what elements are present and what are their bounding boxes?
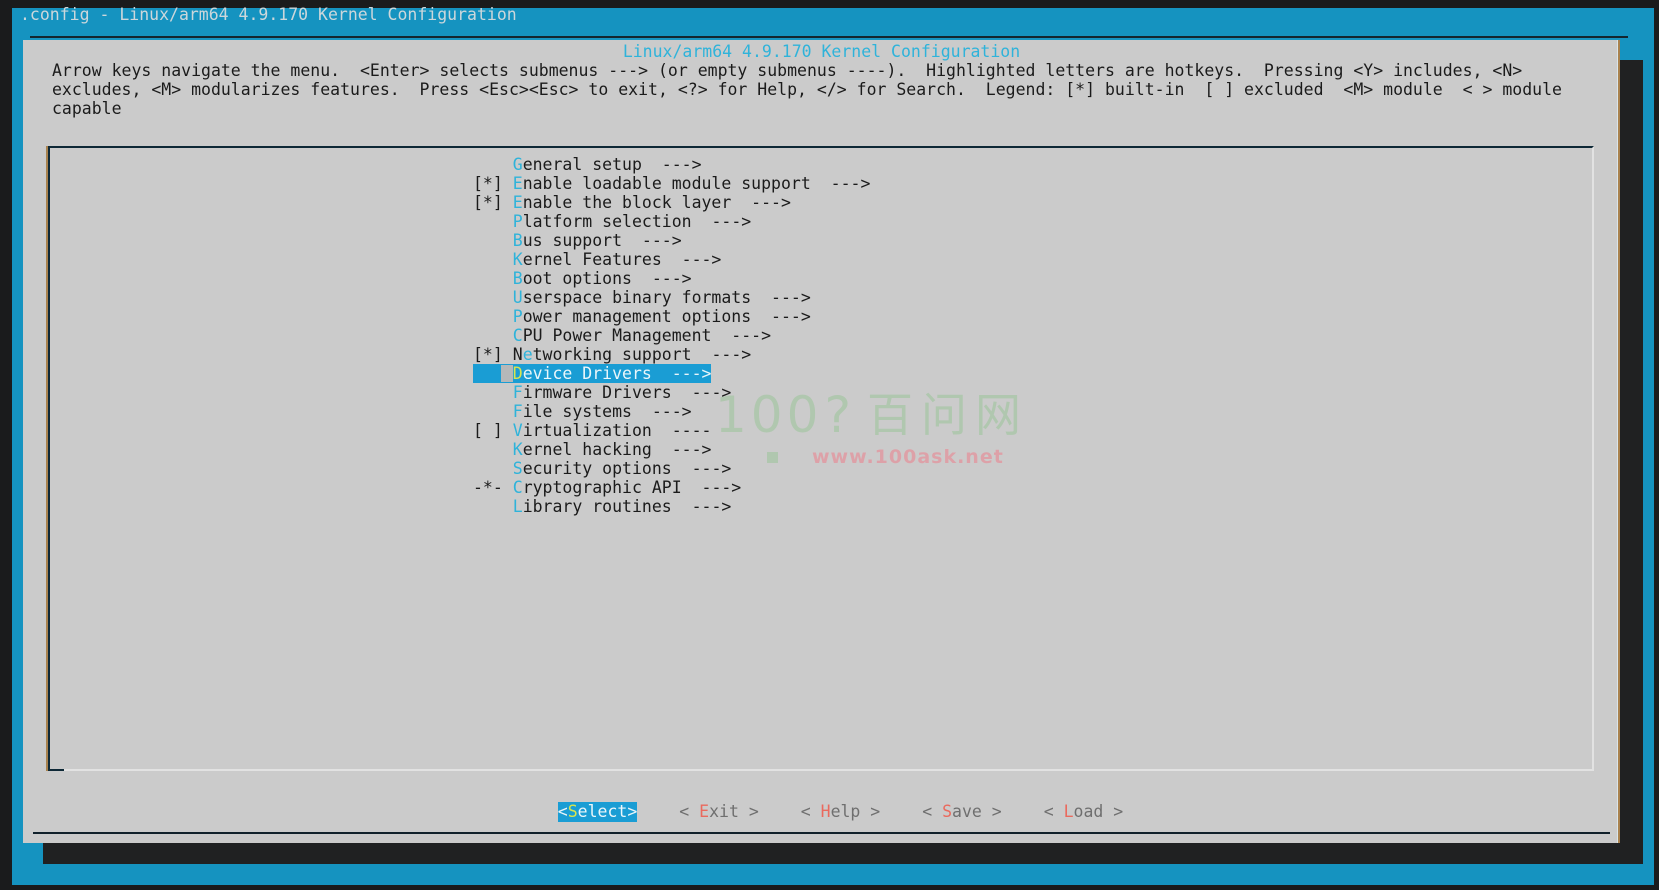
hotkey-letter: D	[513, 364, 523, 383]
menu-item[interactable]: [*] Networking support --->	[473, 345, 751, 364]
hotkey-letter: E	[699, 802, 709, 821]
menu-item-state	[473, 497, 513, 516]
backtitle-rule	[30, 36, 1628, 38]
instructions-line: excludes, <M> modularizes features. Pres…	[52, 80, 1562, 99]
cursor-block	[501, 365, 513, 382]
hotkey-letter: S	[568, 802, 578, 821]
hotkey-letter: C	[513, 326, 523, 345]
menu-item[interactable]: [ ] Virtualization ----	[473, 421, 711, 440]
menu-item[interactable]: -*- Cryptographic API --->	[473, 478, 741, 497]
menu-item[interactable]: Kernel hacking --->	[473, 440, 711, 459]
submenu-arrow: --->	[652, 440, 712, 459]
submenu-arrow: --->	[672, 497, 732, 516]
submenu-arrow: --->	[811, 174, 871, 193]
hotkey-letter: G	[513, 155, 523, 174]
menu-item[interactable]: General setup --->	[473, 155, 702, 174]
submenu-arrow: --->	[751, 288, 811, 307]
hotkey-letter: F	[513, 402, 523, 421]
hotkey-letter: C	[513, 478, 523, 497]
menu-item-state	[473, 155, 513, 174]
menu-item-state: [*]	[473, 345, 513, 364]
menu-item[interactable]: Bus support --->	[473, 231, 682, 250]
hotkey-letter: S	[942, 802, 952, 821]
submenu-arrow: --->	[632, 269, 692, 288]
menu-item[interactable]: Library routines --->	[473, 497, 731, 516]
dialog-title: Linux/arm64 4.9.170 Kernel Configuration	[23, 42, 1620, 61]
menu-item-state	[473, 288, 513, 307]
instructions-line: Arrow keys navigate the menu. <Enter> se…	[52, 61, 1562, 80]
instructions-line: capable	[52, 99, 1562, 118]
instructions: Arrow keys navigate the menu. <Enter> se…	[52, 61, 1562, 118]
submenu-arrow: --->	[751, 307, 811, 326]
load-button[interactable]: < Load >	[1044, 802, 1123, 822]
menu-item-state: [*]	[473, 174, 513, 193]
menu-item-state: [ ]	[473, 421, 513, 440]
menu-item-state	[473, 212, 513, 231]
submenu-arrow: --->	[652, 364, 712, 383]
menu-items: General setup --->[*] Enable loadable mo…	[473, 155, 870, 516]
save-button[interactable]: < Save >	[922, 802, 1001, 822]
menu-item-state	[473, 326, 513, 345]
hotkey-letter: F	[513, 383, 523, 402]
hotkey-letter: V	[513, 421, 523, 440]
menu-item[interactable]: Firmware Drivers --->	[473, 383, 731, 402]
menu-item[interactable]: [*] Enable the block layer --->	[473, 193, 791, 212]
submenu-arrow: --->	[682, 478, 742, 497]
exit-button[interactable]: < Exit >	[679, 802, 758, 822]
hotkey-letter: P	[513, 212, 523, 231]
hotkey-letter: B	[513, 231, 523, 250]
hotkey-letter: B	[513, 269, 523, 288]
menu-item[interactable]: Boot options --->	[473, 269, 692, 288]
main-dialog: Linux/arm64 4.9.170 Kernel Configuration…	[23, 40, 1620, 843]
menu-item-state	[473, 383, 513, 402]
menu-item[interactable]: File systems --->	[473, 402, 692, 421]
menu-item-state	[473, 269, 513, 288]
backtitle: .config - Linux/arm64 4.9.170 Kernel Con…	[20, 3, 517, 27]
menu-item-state	[473, 307, 513, 326]
submenu-arrow: ----	[652, 421, 712, 440]
menu-item[interactable]: Userspace binary formats --->	[473, 288, 811, 307]
screen: .config - Linux/arm64 4.9.170 Kernel Con…	[0, 0, 1659, 890]
menu-item[interactable]: Device Drivers --->	[473, 364, 711, 383]
menu-item-state	[473, 250, 513, 269]
button-row: <Select> < Exit > < Help > < Save > < Load >	[23, 802, 1620, 822]
menu-item-state	[473, 231, 513, 250]
select-button[interactable]: <Select>	[558, 802, 637, 822]
menu-item-state: -*-	[473, 478, 513, 497]
menu-item-state	[473, 459, 513, 478]
submenu-arrow: --->	[672, 383, 732, 402]
dialog-right-edge	[1618, 40, 1620, 843]
submenu-arrow: --->	[672, 459, 732, 478]
hotkey-letter: L	[1064, 802, 1074, 821]
menu-item[interactable]: Kernel Features --->	[473, 250, 721, 269]
submenu-arrow: --->	[692, 345, 752, 364]
hotkey-letter: L	[513, 497, 523, 516]
hotkey-letter: K	[513, 440, 523, 459]
submenu-arrow: --->	[731, 193, 791, 212]
submenu-arrow: --->	[642, 155, 702, 174]
submenu-arrow: --->	[662, 250, 722, 269]
dialog-bottom-rule	[33, 832, 1610, 834]
submenu-arrow: --->	[711, 326, 771, 345]
menu-item[interactable]: CPU Power Management --->	[473, 326, 771, 345]
hotkey-letter: H	[821, 802, 831, 821]
menu-item-state	[473, 440, 513, 459]
submenu-arrow: --->	[692, 212, 752, 231]
hotkey-letter: P	[513, 307, 523, 326]
menu-item-state	[473, 402, 513, 421]
hotkey-letter: S	[513, 459, 523, 478]
menu-item-state: [*]	[473, 193, 513, 212]
submenu-arrow: --->	[632, 402, 692, 421]
hotkey-letter: e	[523, 345, 533, 364]
hotkey-letter: E	[513, 174, 523, 193]
help-button[interactable]: < Help >	[801, 802, 880, 822]
submenu-arrow: --->	[622, 231, 682, 250]
menu-item[interactable]: Power management options --->	[473, 307, 811, 326]
menu-item[interactable]: Security options --->	[473, 459, 731, 478]
hotkey-letter: U	[513, 288, 523, 307]
menu-item[interactable]: [*] Enable loadable module support --->	[473, 174, 870, 193]
hotkey-letter: E	[513, 193, 523, 212]
hotkey-letter: K	[513, 250, 523, 269]
menu-item[interactable]: Platform selection --->	[473, 212, 751, 231]
